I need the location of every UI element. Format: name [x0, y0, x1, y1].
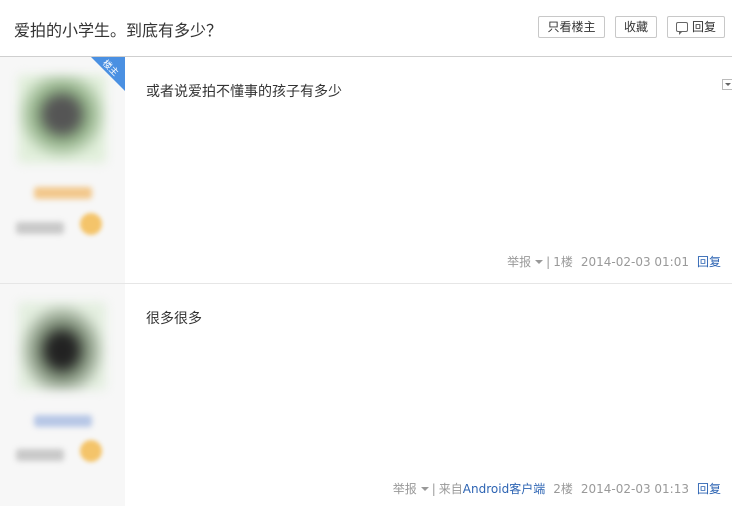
floor-number: 2楼	[553, 482, 573, 496]
level-label-blurred	[16, 449, 64, 461]
post-meta: 举报 | 1楼 2014-02-03 01:01 回复	[507, 253, 721, 270]
post-reply-link[interactable]: 回复	[697, 480, 721, 497]
post-meta: 举报 | 来自Android客户端 2楼 2014-02-03 01:13 回复	[393, 480, 721, 497]
caret-down-icon[interactable]	[535, 260, 544, 264]
author-name-blurred[interactable]	[34, 187, 92, 199]
author-name-blurred[interactable]	[34, 415, 92, 427]
level-label-blurred	[16, 222, 64, 234]
report-link[interactable]: 举报	[507, 253, 531, 270]
report-link[interactable]: 举报	[393, 480, 417, 497]
reply-button[interactable]: 回复	[667, 16, 725, 38]
avatar[interactable]	[18, 302, 106, 390]
favorite-button[interactable]: 收藏	[615, 16, 657, 38]
thread-title: 爱拍的小学生。到底有多少？	[14, 21, 223, 40]
author-panel: 楼主	[0, 57, 125, 283]
level-badge	[80, 440, 102, 462]
meta-separator: |	[546, 255, 551, 269]
post-content: 很多很多	[146, 311, 202, 327]
author-panel	[0, 284, 125, 506]
client-source-link[interactable]: Android客户端	[463, 480, 545, 497]
level-badge	[80, 213, 102, 235]
post-1: 楼主 或者说爱拍不懂事的孩子有多少 举报 | 1楼 2014-02-03 01:01 回…	[0, 57, 732, 284]
post-content: 或者说爱拍不懂事的孩子有多少	[146, 84, 342, 100]
post-reply-link[interactable]: 回复	[697, 253, 721, 270]
reply-button-label: 回复	[691, 20, 716, 34]
only-op-button[interactable]: 只看楼主	[538, 16, 605, 38]
chevron-down-icon[interactable]	[722, 79, 732, 90]
op-ribbon: 楼主	[91, 57, 125, 91]
post-time: 2014-02-03 01:13	[580, 482, 689, 496]
caret-down-icon[interactable]	[420, 487, 429, 491]
post-2: 很多很多 举报 | 来自Android客户端 2楼 2014-02-03 01:13 回复	[0, 284, 732, 506]
comment-icon	[675, 22, 688, 35]
floor-number: 1楼	[553, 255, 573, 269]
thread-header: 爱拍的小学生。到底有多少？ 只看楼主 收藏 回复	[0, 0, 732, 57]
source-prefix: 来自	[438, 482, 463, 496]
meta-separator: |	[431, 482, 436, 496]
post-time: 2014-02-03 01:01	[580, 255, 689, 269]
